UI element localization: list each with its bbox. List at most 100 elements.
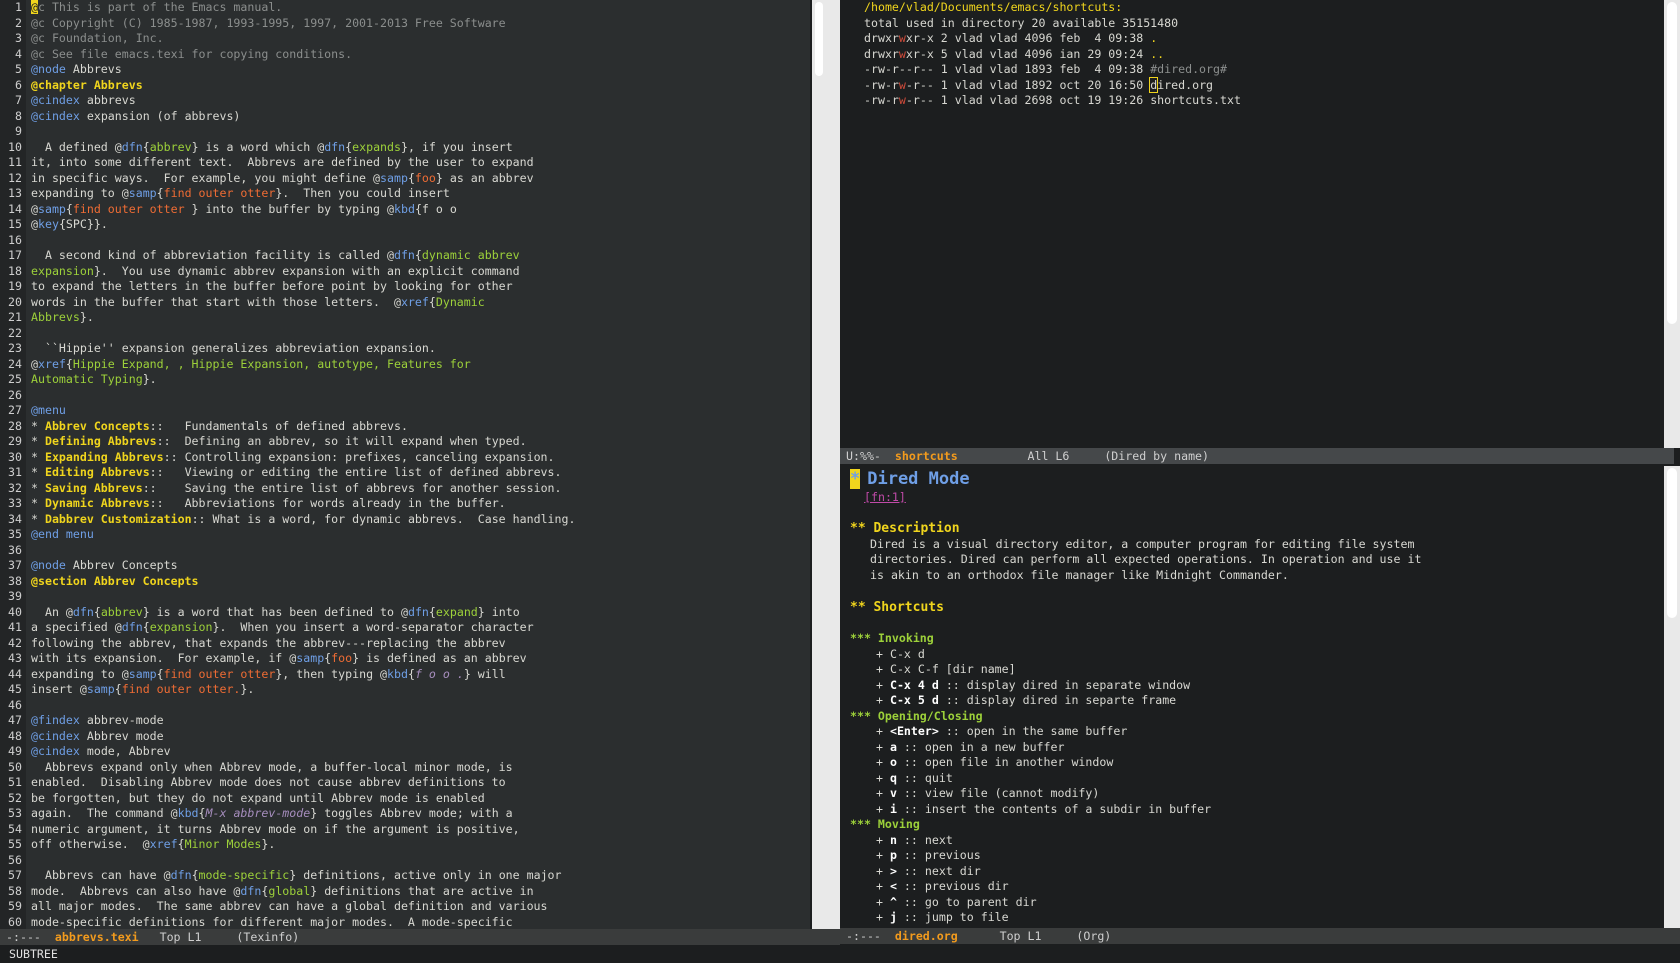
texinfo-line[interactable]: Abbrevs}.	[31, 310, 801, 326]
texinfo-window[interactable]: 1 2 3 4 5 6 7 8 9 10 11 12 13 14 15 16 17 18 19 20 21 22 23 24 2…	[0, 0, 810, 930]
minibuffer[interactable]: SUBTREE	[0, 945, 1680, 963]
dired-scrollbar-thumb[interactable]	[1667, 2, 1677, 324]
texinfo-line[interactable]: expanding to @samp{find outer otter}. Th…	[31, 186, 801, 202]
texinfo-line[interactable]: Automatic Typing}.	[31, 372, 801, 388]
texinfo-line[interactable]: * Dabbrev Customization:: What is a word…	[31, 512, 801, 528]
dired-entry[interactable]: drwxrwxr-x 5 vlad vlad 4096 ian 29 09:24…	[864, 47, 1680, 63]
texinfo-line[interactable]: numeric argument, it turns Abbrev mode o…	[31, 822, 801, 838]
org-subheading[interactable]: *** Opening/Closing	[850, 709, 1672, 725]
texinfo-line[interactable]: following the abbrev, that expands the a…	[31, 636, 801, 652]
texinfo-line[interactable]: enabled. Disabling Abbrev mode does not …	[31, 775, 801, 791]
texinfo-line[interactable]: @node Abbrev Concepts	[31, 558, 801, 574]
line-number: 7	[15, 93, 22, 107]
texinfo-line[interactable]: again. The command @kbd{M-x abbrev-mode}…	[31, 806, 801, 822]
org-shortcut-item: + C-x 5 d :: display dired in separte fr…	[876, 693, 1177, 707]
texinfo-line[interactable]: * Expanding Abbrevs:: Controlling expans…	[31, 450, 801, 466]
texinfo-line[interactable]: Abbrevs expand only when Abbrev mode, a …	[31, 760, 801, 776]
org-heading-shortcuts[interactable]: ** Shortcuts	[850, 599, 1672, 616]
texinfo-line[interactable]: words in the buffer that start with thos…	[31, 295, 801, 311]
dired-ml-mode[interactable]: (Dired by name)	[1104, 449, 1209, 463]
texinfo-line[interactable]: @c Copyright (C) 1985-1987, 1993-1995, 1…	[31, 16, 801, 32]
texinfo-line[interactable]: mode. Abbrevs can also have @dfn{global}…	[31, 884, 801, 900]
dired-entry[interactable]: drwxrwxr-x 2 vlad vlad 4096 feb 4 09:38 …	[864, 31, 1680, 47]
texinfo-line[interactable]: * Saving Abbrevs:: Saving the entire lis…	[31, 481, 801, 497]
texinfo-line[interactable]: * Editing Abbrevs:: Viewing or editing t…	[31, 465, 801, 481]
org-footnote-link[interactable]: [fn:1]	[864, 490, 906, 504]
org-heading-description[interactable]: ** Description	[850, 521, 1672, 537]
line-number: 24	[8, 356, 22, 371]
texinfo-line[interactable]	[31, 698, 801, 714]
texinfo-line[interactable]: @chapter Abbrevs	[31, 78, 801, 94]
texinfo-line[interactable]: @key{SPC}}.	[31, 217, 801, 233]
texinfo-line[interactable]: A second kind of abbreviation facility i…	[31, 248, 801, 264]
org-title-star[interactable]: *	[850, 469, 861, 489]
texinfo-line[interactable]	[31, 124, 801, 140]
org-title-line[interactable]: * Dired Mode	[850, 468, 1672, 490]
org-scrollbar-thumb[interactable]	[1667, 468, 1677, 618]
texinfo-line[interactable]: * Defining Abbrevs:: Defining an abbrev,…	[31, 434, 801, 450]
texinfo-line[interactable]: with its expansion. For example, if @sam…	[31, 651, 801, 667]
texinfo-line[interactable]: all major modes. The same abbrev can hav…	[31, 899, 801, 915]
texinfo-line[interactable]: @samp{find outer otter } into the buffer…	[31, 202, 801, 218]
texinfo-line[interactable]: * Abbrev Concepts:: Fundamentals of defi…	[31, 419, 801, 435]
line-number: 56	[8, 852, 22, 867]
texinfo-line[interactable]: @findex abbrev-mode	[31, 713, 801, 729]
left-scrollbar[interactable]	[812, 0, 826, 930]
texinfo-line[interactable]	[31, 233, 801, 249]
texinfo-line[interactable]: it, into some different text. Abbrevs ar…	[31, 155, 801, 171]
texinfo-line[interactable]: in specific ways. For example, you might…	[31, 171, 801, 187]
dired-window[interactable]: /home/vlad/Documents/emacs/shortcuts: to…	[840, 0, 1680, 448]
texinfo-line[interactable]	[31, 589, 801, 605]
texinfo-line[interactable]: a specified @dfn{expansion}. When you in…	[31, 620, 801, 636]
texinfo-line[interactable]: @end menu	[31, 527, 801, 543]
texinfo-line[interactable]: be forgotten, but they do not expand unt…	[31, 791, 801, 807]
left-ml-mode[interactable]: (Texinfo)	[236, 930, 299, 944]
texinfo-line[interactable]	[31, 388, 801, 404]
texinfo-line[interactable]	[31, 326, 801, 342]
org-subheading[interactable]: *** Moving	[850, 817, 1672, 833]
texinfo-line[interactable]: * Dynamic Abbrevs:: Abbreviations for wo…	[31, 496, 801, 512]
window-divider[interactable]	[826, 0, 840, 930]
texinfo-line[interactable]: @cindex abbrevs	[31, 93, 801, 109]
texinfo-line[interactable]: mode-specific definitions for different …	[31, 915, 801, 931]
left-ml-buffer-name[interactable]: abbrevs.texi	[55, 930, 139, 944]
texinfo-line[interactable]: @cindex Abbrev mode	[31, 729, 801, 745]
texinfo-line[interactable]: An @dfn{abbrev} is a word that has been …	[31, 605, 801, 621]
texinfo-line[interactable]: @c See file emacs.texi for copying condi…	[31, 47, 801, 63]
dired-entry[interactable]: -rw-rw-r-- 1 vlad vlad 2698 oct 19 19:26…	[864, 93, 1680, 109]
texinfo-buffer-text[interactable]: @c This is part of the Emacs manual. @c C…	[31, 0, 801, 930]
dired-ml-buffer-name[interactable]: shortcuts	[895, 449, 958, 463]
left-mode-line[interactable]: -:--- abbrevs.texi Top L1 (Texinfo)	[0, 929, 840, 945]
dired-entry[interactable]: -rw-r--r-- 1 vlad vlad 1893 feb 4 09:38 …	[864, 62, 1680, 78]
org-mode-line[interactable]: -:--- dired.org Top L1 (Org)	[840, 928, 1680, 944]
texinfo-line[interactable]: @node Abbrevs	[31, 62, 801, 78]
dired-entry-list[interactable]: drwxrwxr-x 2 vlad vlad 4096 feb 4 09:38 …	[864, 31, 1680, 109]
texinfo-line[interactable]: ``Hippie'' expansion generalizes abbrevi…	[31, 341, 801, 357]
texinfo-line[interactable]: @xref{Hippie Expand, , Hippie Expansion,…	[31, 357, 801, 373]
left-scrollbar-thumb[interactable]	[815, 2, 823, 76]
texinfo-line[interactable]: Abbrevs can have @dfn{mode-specific} def…	[31, 868, 801, 884]
texinfo-line[interactable]: insert @samp{find outer otter.}.	[31, 682, 801, 698]
texinfo-line[interactable]: off otherwise. @xref{Minor Modes}.	[31, 837, 801, 853]
texinfo-line[interactable]: expanding to @samp{find outer otter}, th…	[31, 667, 801, 683]
dired-entry[interactable]: -rw-rw-r-- 1 vlad vlad 1892 oct 20 16:50…	[864, 76, 1680, 94]
dired-mode-line[interactable]: U:%%- shortcuts All L6 (Dired by name)	[840, 448, 1674, 464]
org-ml-mode[interactable]: (Org)	[1076, 929, 1111, 943]
texinfo-line[interactable]: @menu	[31, 403, 801, 419]
org-subheading[interactable]: *** Invoking	[850, 631, 1672, 647]
texinfo-line[interactable]: @c This is part of the Emacs manual.	[31, 0, 801, 16]
texinfo-line[interactable]: @cindex expansion (of abbrevs)	[31, 109, 801, 125]
texinfo-line[interactable]: @cindex mode, Abbrev	[31, 744, 801, 760]
line-number: 13	[8, 186, 22, 200]
texinfo-line[interactable]: expansion}. You use dynamic abbrev expan…	[31, 264, 801, 280]
org-ml-buffer-name[interactable]: dired.org	[895, 929, 958, 943]
org-shortcut-item: + < :: previous dir	[876, 879, 1009, 893]
texinfo-line[interactable]	[31, 543, 801, 559]
texinfo-line[interactable]: @c Foundation, Inc.	[31, 31, 801, 47]
org-window[interactable]: * Dired Mode [fn:1] ** Description Dired…	[840, 466, 1672, 928]
texinfo-line[interactable]	[31, 853, 801, 869]
texinfo-line[interactable]: A defined @dfn{abbrev} is a word which @…	[31, 140, 801, 156]
texinfo-line[interactable]: @section Abbrev Concepts	[31, 574, 801, 590]
org-title[interactable]: Dired Mode	[867, 469, 969, 489]
texinfo-line[interactable]: to expand the letters in the buffer befo…	[31, 279, 801, 295]
